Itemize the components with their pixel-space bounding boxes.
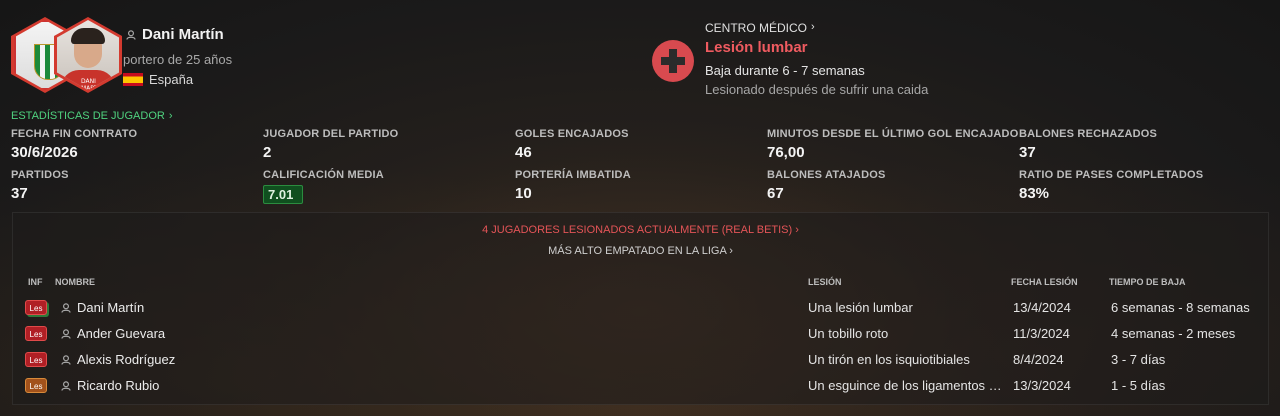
- person-icon: [61, 355, 71, 365]
- stat-label: PORTERÍA IMBATIDA: [515, 169, 631, 181]
- injury-list-panel: 4 JUGADORES LESIONADOS ACTUALMENTE (REAL…: [12, 212, 1269, 405]
- injury-duration: Baja durante 6 - 7 semanas: [705, 63, 865, 78]
- chevron-right-icon: ›: [795, 224, 799, 236]
- table-row[interactable]: Les Dani Martín Una lesión lumbar 13/4/2…: [13, 296, 1268, 320]
- stat-value: 67: [767, 185, 784, 202]
- stat-label: PARTIDOS: [11, 169, 69, 181]
- column-name[interactable]: NOMBRE: [55, 277, 95, 287]
- chevron-right-icon: ›: [729, 245, 733, 257]
- column-inf[interactable]: INF: [28, 277, 43, 287]
- person-icon: [61, 303, 71, 313]
- stat-value: 2: [263, 144, 272, 161]
- stat-player-of-match: JUGADOR DEL PARTIDO 2: [263, 128, 513, 161]
- column-injury-date[interactable]: FECHA LESIÓN: [1011, 277, 1078, 287]
- stat-label: FECHA FIN CONTRATO: [11, 128, 138, 140]
- injury-status-badge: Les: [25, 300, 47, 315]
- league-rank-label: MÁS ALTO EMPATADO EN LA LIGA: [548, 245, 727, 257]
- table-row[interactable]: Les Ricardo Rubio Un esguince de los lig…: [13, 374, 1268, 398]
- injury-cell: Un esguince de los ligamentos del tobill…: [808, 378, 1006, 393]
- spain-flag-icon: [123, 73, 143, 86]
- stat-value: 30/6/2026: [11, 144, 78, 161]
- person-icon: [61, 381, 71, 391]
- stat-contract-end: FECHA FIN CONTRATO 30/6/2026: [11, 128, 261, 161]
- stat-minutes-since-goal: MINUTOS DESDE EL ÚLTIMO GOL ENCAJADO 76,…: [767, 128, 1027, 161]
- stat-value: 76,00: [767, 144, 805, 161]
- current-injuries-link[interactable]: 4 JUGADORES LESIONADOS ACTUALMENTE (REAL…: [13, 224, 1268, 236]
- time-out-cell: 1 - 5 días: [1111, 378, 1166, 393]
- player-stats-label: ESTADÍSTICAS DE JUGADOR: [11, 110, 165, 122]
- current-injuries-label: 4 JUGADORES LESIONADOS ACTUALMENTE (REAL…: [482, 224, 793, 236]
- column-time-out[interactable]: TIEMPO DE BAJA: [1109, 277, 1186, 287]
- nation-label: España: [149, 72, 194, 87]
- injury-cell: Una lesión lumbar: [808, 300, 913, 315]
- stat-balls-parried: BALONES RECHAZADOS 37: [1019, 128, 1269, 161]
- stat-goals-conceded: GOLES ENCAJADOS 46: [515, 128, 765, 161]
- medical-centre-panel: CENTRO MÉDICO › Lesión lumbar Baja duran…: [652, 20, 1172, 100]
- table-row[interactable]: Les Ander Guevara Un tobillo roto 11/3/2…: [13, 322, 1268, 346]
- stat-matches: PARTIDOS 37: [11, 169, 261, 202]
- injury-cell: Un tirón en los isquiotibiales: [808, 352, 970, 367]
- medical-centre-link[interactable]: CENTRO MÉDICO ›: [705, 21, 815, 35]
- stat-label: JUGADOR DEL PARTIDO: [263, 128, 399, 140]
- table-row[interactable]: Les Alexis Rodríguez Un tirón en los isq…: [13, 348, 1268, 372]
- stat-value: 46: [515, 144, 532, 161]
- rating-pill: 7.01: [263, 185, 303, 204]
- player-name-cell[interactable]: Dani Martín: [77, 300, 144, 315]
- time-out-cell: 4 semanas - 2 meses: [1111, 326, 1236, 341]
- time-out-cell: 6 semanas - 8 semanas: [1111, 300, 1250, 315]
- stat-label: BALONES RECHAZADOS: [1019, 128, 1158, 140]
- player-hair: [71, 28, 105, 44]
- league-rank-link[interactable]: MÁS ALTO EMPATADO EN LA LIGA ›: [13, 245, 1268, 257]
- injury-title: Lesión lumbar: [705, 39, 808, 56]
- injury-date-cell: 13/3/2024: [1013, 378, 1071, 393]
- stat-clean-sheets: PORTERÍA IMBATIDA 10: [515, 169, 765, 202]
- player-nation[interactable]: España: [123, 72, 193, 87]
- stats-grid: FECHA FIN CONTRATO 30/6/2026 JUGADOR DEL…: [11, 128, 1271, 208]
- stat-label: MINUTOS DESDE EL ÚLTIMO GOL ENCAJADO: [767, 128, 1019, 140]
- chevron-right-icon: ›: [811, 21, 815, 33]
- injury-table-header: INF NOMBRE LESIÓN FECHA LESIÓN TIEMPO DE…: [13, 277, 1268, 291]
- person-icon: [61, 329, 71, 339]
- player-name[interactable]: Dani Martín: [142, 26, 224, 43]
- column-injury[interactable]: LESIÓN: [808, 277, 842, 287]
- stat-label: GOLES ENCAJADOS: [515, 128, 629, 140]
- stat-value: 37: [11, 185, 28, 202]
- stat-average-rating: CALIFICACIÓN MEDIA 7.01: [263, 169, 513, 204]
- stat-label: BALONES ATAJADOS: [767, 169, 886, 181]
- stat-label: CALIFICACIÓN MEDIA: [263, 169, 384, 181]
- stat-balls-caught: BALONES ATAJADOS 67: [767, 169, 1017, 202]
- medical-centre-label: CENTRO MÉDICO: [705, 21, 807, 35]
- injury-cell: Un tobillo roto: [808, 326, 889, 341]
- stat-pass-completion: RATIO DE PASES COMPLETADOS 83%: [1019, 169, 1269, 202]
- player-name-row[interactable]: Dani Martín: [126, 26, 224, 43]
- time-out-cell: 3 - 7 días: [1111, 352, 1166, 367]
- injury-status-badge: Les: [25, 352, 47, 367]
- stat-value: 10: [515, 185, 532, 202]
- player-name-cell[interactable]: Ander Guevara: [77, 326, 165, 341]
- player-subtitle: portero de 25 años: [123, 52, 233, 67]
- player-header: DANI MARTÍN Dani Martín portero de 25 añ…: [10, 14, 610, 104]
- stat-value: 37: [1019, 144, 1036, 161]
- player-stats-link[interactable]: ESTADÍSTICAS DE JUGADOR ›: [11, 110, 173, 122]
- injury-date-cell: 8/4/2024: [1013, 352, 1064, 367]
- stat-value: 83%: [1019, 185, 1050, 202]
- player-name-cell[interactable]: Alexis Rodríguez: [77, 352, 175, 367]
- medical-cross-icon: [652, 40, 694, 82]
- player-badges[interactable]: DANI MARTÍN: [10, 14, 122, 96]
- injury-status-badge: Les: [25, 378, 47, 393]
- player-name-cell[interactable]: Ricardo Rubio: [77, 378, 159, 393]
- injury-date-cell: 11/3/2024: [1013, 326, 1070, 341]
- stat-label: RATIO DE PASES COMPLETADOS: [1019, 169, 1204, 181]
- chevron-right-icon: ›: [168, 110, 173, 122]
- injury-cause: Lesionado después de sufrir una caida: [705, 82, 929, 97]
- injury-date-cell: 13/4/2024: [1013, 300, 1071, 315]
- injury-status-badge: Les: [25, 326, 47, 341]
- person-icon: [126, 29, 136, 40]
